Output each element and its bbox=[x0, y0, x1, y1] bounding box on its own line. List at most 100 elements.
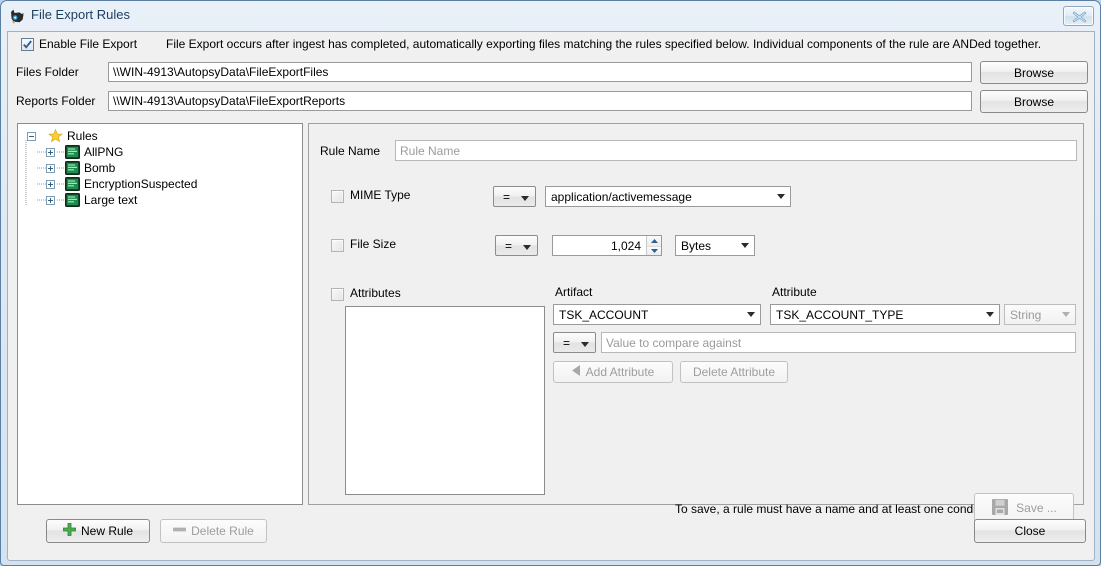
tree-connector bbox=[37, 199, 46, 201]
rule-icon bbox=[65, 193, 80, 207]
file-size-checkbox[interactable] bbox=[331, 239, 344, 252]
rule-name-label: Rule Name bbox=[320, 144, 380, 158]
rule-icon bbox=[65, 177, 80, 191]
file-size-value: 1,024 bbox=[553, 236, 645, 255]
tree-node-bomb[interactable]: Bomb bbox=[24, 160, 302, 176]
delete-attribute-label: Delete Attribute bbox=[693, 365, 775, 379]
tree-connector bbox=[37, 151, 46, 153]
collapse-toggle-icon[interactable] bbox=[27, 132, 36, 141]
tree-connector bbox=[57, 151, 64, 153]
file-size-spinner[interactable]: 1,024 bbox=[552, 235, 662, 256]
dialog-client-area: Enable File Export File Export occurs af… bbox=[7, 31, 1095, 561]
reports-folder-input[interactable] bbox=[108, 91, 972, 111]
mime-type-checkbox[interactable] bbox=[331, 190, 344, 203]
attribute-select[interactable]: TSK_ACCOUNT_TYPE bbox=[770, 304, 1000, 325]
tree-node-large-text[interactable]: Large text bbox=[24, 192, 302, 208]
file-size-label: File Size bbox=[350, 237, 396, 251]
delete-rule-button[interactable]: Delete Rule bbox=[160, 519, 267, 543]
add-attribute-label: Add Attribute bbox=[586, 365, 655, 379]
mime-type-operator-select[interactable]: = bbox=[493, 186, 536, 207]
attribute-value: TSK_ACCOUNT_TYPE bbox=[776, 308, 903, 322]
reports-folder-label: Reports Folder bbox=[16, 94, 95, 108]
new-rule-button[interactable]: New Rule bbox=[46, 519, 150, 543]
delete-attribute-button[interactable]: Delete Attribute bbox=[680, 361, 788, 383]
tree-node-rules[interactable]: Rules bbox=[24, 128, 302, 144]
close-icon[interactable] bbox=[1063, 6, 1094, 26]
file-export-rules-window: File Export Rules Enable File Export F bbox=[0, 0, 1101, 566]
delete-rule-label: Delete Rule bbox=[191, 524, 254, 538]
tree-node-label: AllPNG bbox=[84, 144, 123, 160]
enable-file-export-checkbox[interactable] bbox=[21, 38, 34, 51]
chevron-down-icon bbox=[521, 190, 529, 204]
rule-icon bbox=[65, 145, 80, 159]
floppy-disk-icon bbox=[991, 498, 1009, 519]
artifact-value: TSK_ACCOUNT bbox=[559, 308, 648, 322]
description-text: File Export occurs after ingest has comp… bbox=[166, 37, 1041, 51]
autopsy-dog-icon bbox=[9, 8, 26, 25]
artifact-select[interactable]: TSK_ACCOUNT bbox=[553, 304, 761, 325]
tree-node-label: Bomb bbox=[84, 160, 115, 176]
attributes-checkbox[interactable] bbox=[331, 288, 344, 301]
rules-tree: Rules bbox=[18, 124, 302, 504]
attribute-type-value: String bbox=[1010, 308, 1041, 322]
files-folder-input[interactable] bbox=[108, 62, 972, 82]
attributes-label: Attributes bbox=[350, 286, 401, 300]
expand-toggle-icon[interactable] bbox=[46, 148, 55, 157]
mime-type-label: MIME Type bbox=[350, 188, 410, 202]
attributes-list[interactable] bbox=[345, 306, 545, 495]
enable-file-export-label: Enable File Export bbox=[39, 37, 137, 51]
operator-value: = bbox=[503, 190, 510, 204]
spinner-up-icon[interactable] bbox=[647, 236, 661, 246]
attribute-value-operator-select[interactable]: = bbox=[553, 332, 596, 353]
spinner-buttons bbox=[646, 236, 661, 255]
add-attribute-button[interactable]: Add Attribute bbox=[553, 361, 673, 383]
chevron-down-icon bbox=[523, 239, 531, 253]
star-icon bbox=[48, 129, 63, 143]
reports-folder-browse-button[interactable]: Browse bbox=[980, 90, 1088, 113]
chevron-down-icon bbox=[581, 336, 589, 350]
plus-icon bbox=[63, 523, 76, 539]
file-size-unit: Bytes bbox=[681, 239, 711, 253]
operator-value: = bbox=[505, 239, 512, 253]
save-label: Save ... bbox=[1016, 501, 1057, 515]
tree-connector bbox=[57, 199, 64, 201]
files-folder-browse-button[interactable]: Browse bbox=[980, 61, 1088, 84]
spinner-down-icon[interactable] bbox=[647, 246, 661, 256]
rule-name-input[interactable] bbox=[395, 140, 1077, 161]
chevron-down-icon bbox=[771, 187, 790, 206]
chevron-down-icon bbox=[741, 305, 760, 324]
rules-tree-panel[interactable]: Rules bbox=[17, 123, 303, 505]
expand-toggle-icon[interactable] bbox=[46, 196, 55, 205]
browse-label: Browse bbox=[1014, 66, 1054, 80]
expand-toggle-icon[interactable] bbox=[46, 180, 55, 189]
tree-node-label: Large text bbox=[84, 192, 137, 208]
mime-type-value: application/activemessage bbox=[551, 190, 692, 204]
title-bar: File Export Rules bbox=[1, 1, 1100, 31]
chevron-down-icon bbox=[735, 236, 754, 255]
tree-node-encryptionsuspected[interactable]: EncryptionSuspected bbox=[24, 176, 302, 192]
tree-node-label: EncryptionSuspected bbox=[84, 176, 197, 192]
artifact-label: Artifact bbox=[555, 285, 592, 299]
attribute-type-select[interactable]: String bbox=[1004, 304, 1076, 325]
mime-type-value-select[interactable]: application/activemessage bbox=[545, 186, 791, 207]
left-triangle-icon bbox=[572, 365, 581, 379]
tree-node-allpng[interactable]: AllPNG bbox=[24, 144, 302, 160]
minus-icon bbox=[173, 523, 186, 539]
window-title: File Export Rules bbox=[31, 5, 130, 25]
chevron-down-icon bbox=[980, 305, 999, 324]
file-size-operator-select[interactable]: = bbox=[495, 235, 538, 256]
file-size-unit-select[interactable]: Bytes bbox=[675, 235, 755, 256]
tree-node-label: Rules bbox=[67, 128, 98, 144]
tree-connector bbox=[37, 167, 46, 169]
tree-connector bbox=[37, 183, 46, 185]
tree-connector bbox=[57, 183, 64, 185]
attribute-value-input[interactable] bbox=[601, 332, 1076, 353]
operator-value: = bbox=[563, 336, 570, 350]
expand-toggle-icon[interactable] bbox=[46, 164, 55, 173]
chevron-down-icon bbox=[1056, 305, 1075, 324]
save-hint-text: To save, a rule must have a name and at … bbox=[675, 502, 999, 516]
files-folder-label: Files Folder bbox=[16, 65, 79, 79]
rule-icon bbox=[65, 161, 80, 175]
attribute-label: Attribute bbox=[772, 285, 817, 299]
close-dialog-button[interactable]: Close bbox=[974, 519, 1086, 543]
